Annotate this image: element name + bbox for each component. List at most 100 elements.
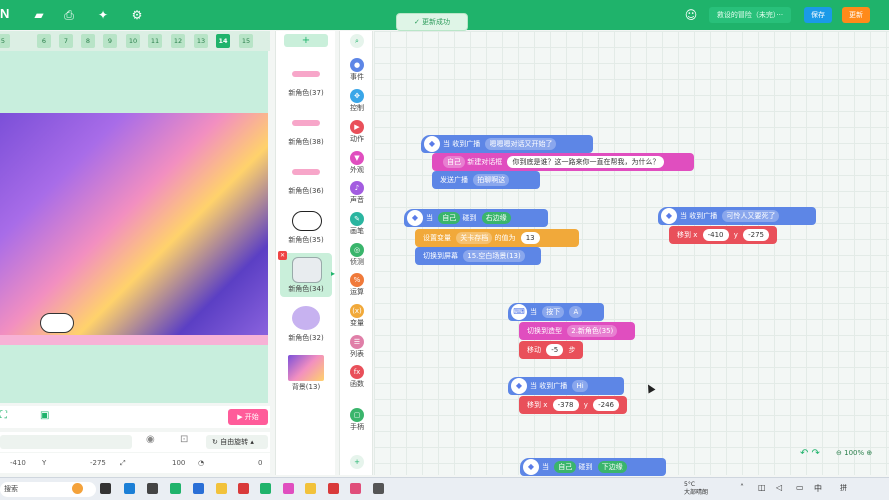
sprite-item-selected[interactable]: ✕ 新角色(34) ▸	[278, 251, 335, 297]
move-steps-block[interactable]: 移动 -5 步	[519, 341, 583, 359]
sprite-item[interactable]: 新角色(35)	[280, 204, 332, 248]
costume-dropdown[interactable]: 2.新角色(35)	[567, 325, 618, 337]
category-variables[interactable]: (x) 变量	[340, 304, 374, 334]
ime-mode[interactable]: 拼	[840, 483, 847, 493]
category-operators[interactable]: % 运算	[340, 273, 374, 303]
message-dropdown[interactable]: 拍聊啊这	[473, 174, 510, 186]
frame-tab[interactable]: 9	[103, 34, 117, 48]
switch-costume-block[interactable]: 切换到造型 2.新角色(35)	[519, 322, 635, 340]
sprite-name-field[interactable]	[0, 435, 132, 449]
undo-redo-icon[interactable]: ↶ ↷	[800, 448, 820, 459]
frame-tab[interactable]: 6	[37, 34, 51, 48]
project-name[interactable]: 救设的冒险（未完）···	[709, 7, 791, 23]
set-variable-block[interactable]: 设置变量 关卡存档 的值为 13	[415, 229, 579, 247]
size-value[interactable]: 100	[172, 456, 185, 470]
stage-background-image[interactable]	[0, 113, 268, 345]
app-icon[interactable]	[260, 483, 271, 494]
print-icon[interactable]: ⎙	[62, 8, 76, 22]
sprite-item[interactable]: 新角色(32)	[280, 302, 332, 346]
add-sprite-button[interactable]: +	[284, 34, 328, 47]
app-icon[interactable]	[305, 483, 316, 494]
value-input[interactable]: 13	[520, 232, 540, 244]
category-lists[interactable]: ☰ 列表	[340, 335, 374, 365]
cloud-sprite[interactable]	[40, 313, 74, 333]
screenshot-icon[interactable]: ▣	[40, 410, 49, 421]
file-explorer-icon[interactable]	[216, 483, 227, 494]
x-input[interactable]: -378	[552, 399, 579, 411]
press-dropdown[interactable]: 按下	[542, 306, 565, 318]
sprite-item[interactable]: 新角色(36)	[280, 155, 332, 199]
frame-tab[interactable]: 10	[126, 34, 140, 48]
start-button[interactable]: ▶ 开始	[228, 409, 268, 425]
target-dropdown[interactable]: 自己	[554, 461, 577, 473]
switch-screen-block[interactable]: 切换到屏幕 15.空白场景(13)	[415, 247, 541, 265]
app-icon[interactable]	[170, 483, 181, 494]
category-gamepad[interactable]: ▢ 手柄	[340, 408, 374, 438]
target-dropdown[interactable]: 自己	[443, 156, 465, 168]
edge-dropdown[interactable]: 右边缘	[481, 212, 511, 224]
weather-widget-icon[interactable]	[72, 483, 83, 494]
user-settings-icon[interactable]: ☺	[684, 8, 698, 22]
network-icon[interactable]: ◫	[758, 483, 766, 492]
app-icon[interactable]	[283, 483, 294, 494]
when-broadcast-block[interactable]: ◆ 当 收到广播 Hi	[508, 377, 624, 395]
folder-icon[interactable]: ▰	[32, 8, 46, 22]
app-icon[interactable]	[238, 483, 249, 494]
task-view-icon[interactable]	[100, 483, 111, 494]
frame-tab[interactable]: 13	[194, 34, 208, 48]
message-dropdown[interactable]: Hi	[572, 380, 588, 392]
when-touching-block[interactable]: ◆ 当 自己 碰到 下边缘	[520, 458, 666, 476]
edge-dropdown[interactable]: 下边缘	[597, 461, 627, 473]
category-pen[interactable]: ✎ 画笔	[340, 212, 374, 242]
volume-icon[interactable]: ◁	[776, 483, 782, 492]
category-motion[interactable]: ▶ 动作	[340, 120, 374, 150]
y-value[interactable]: -275	[90, 456, 106, 470]
category-sensing[interactable]: ◎ 侦测	[340, 243, 374, 273]
category-sound[interactable]: ♪ 声音	[340, 181, 374, 211]
sprite-item[interactable]: 背景(13)	[280, 351, 332, 395]
rotation-mode-select[interactable]: ↻ 自由旋转 ▴	[206, 435, 268, 449]
x-value[interactable]: -410	[10, 456, 26, 470]
frame-tab[interactable]: 11	[148, 34, 162, 48]
frame-tab[interactable]: 12	[171, 34, 185, 48]
dialog-text-input[interactable]: 你到底是谁？这一路来你一直在帮我，为什么？	[507, 156, 665, 168]
message-dropdown[interactable]: 嗯嗯嗯对话又开始了	[485, 138, 557, 150]
update-button[interactable]: 更新	[842, 7, 870, 23]
visibility-icon[interactable]: ◉	[146, 434, 155, 445]
save-button[interactable]: 保存	[804, 7, 832, 23]
share-icon[interactable]: ✦	[96, 8, 110, 22]
app-icon[interactable]	[328, 483, 339, 494]
move-to-xy-block[interactable]: 移到 x -378 y -246	[519, 396, 627, 414]
app-icon[interactable]	[193, 483, 204, 494]
app-icon[interactable]	[350, 483, 361, 494]
when-broadcast-block[interactable]: ◆ 当 收到广播 嗯嗯嗯对话又开始了	[421, 135, 593, 153]
frame-tab[interactable]: 7	[59, 34, 73, 48]
category-looks[interactable]: ▼ 外观	[340, 151, 374, 181]
chevron-right-icon[interactable]: ▸	[331, 269, 335, 278]
sprite-item[interactable]: 新角色(38)	[280, 106, 332, 150]
app-icon[interactable]	[147, 483, 158, 494]
new-dialog-block[interactable]: 自己 新建对话框 你到底是谁？这一路来你一直在帮我，为什么？	[432, 153, 694, 171]
zoom-out-icon[interactable]: ⊖	[836, 449, 842, 457]
zoom-in-icon[interactable]: ⊕	[866, 449, 872, 457]
category-control[interactable]: ✥ 控制	[340, 89, 374, 119]
sprite-item[interactable]: 新角色(37)	[280, 57, 332, 101]
battery-icon[interactable]: ▭	[796, 483, 804, 492]
category-event[interactable]: ● 事件	[340, 58, 374, 88]
when-key-pressed-block[interactable]: ⌨ 当 按下 A	[508, 303, 604, 321]
tray-arrow-icon[interactable]: ˄	[740, 483, 744, 492]
lock-icon[interactable]: ⊡	[180, 434, 188, 445]
y-input[interactable]: -275	[743, 229, 770, 241]
zoom-control[interactable]: ⊖ 100% ⊕	[836, 449, 886, 461]
frame-tab[interactable]: 15	[239, 34, 253, 48]
when-touching-block[interactable]: ◆ 当 自己 碰到 右边缘	[404, 209, 548, 227]
frame-tab[interactable]: 8	[81, 34, 95, 48]
frame-tab[interactable]: 5	[0, 34, 10, 48]
send-broadcast-block[interactable]: 发送广播 拍聊啊这	[432, 171, 540, 189]
app-icon[interactable]	[373, 483, 384, 494]
direction-value[interactable]: 0	[258, 456, 262, 470]
edge-browser-icon[interactable]	[124, 483, 135, 494]
category-functions[interactable]: fx 函数	[340, 365, 374, 395]
y-input[interactable]: -246	[593, 399, 620, 411]
variable-dropdown[interactable]: 关卡存档	[456, 232, 493, 244]
